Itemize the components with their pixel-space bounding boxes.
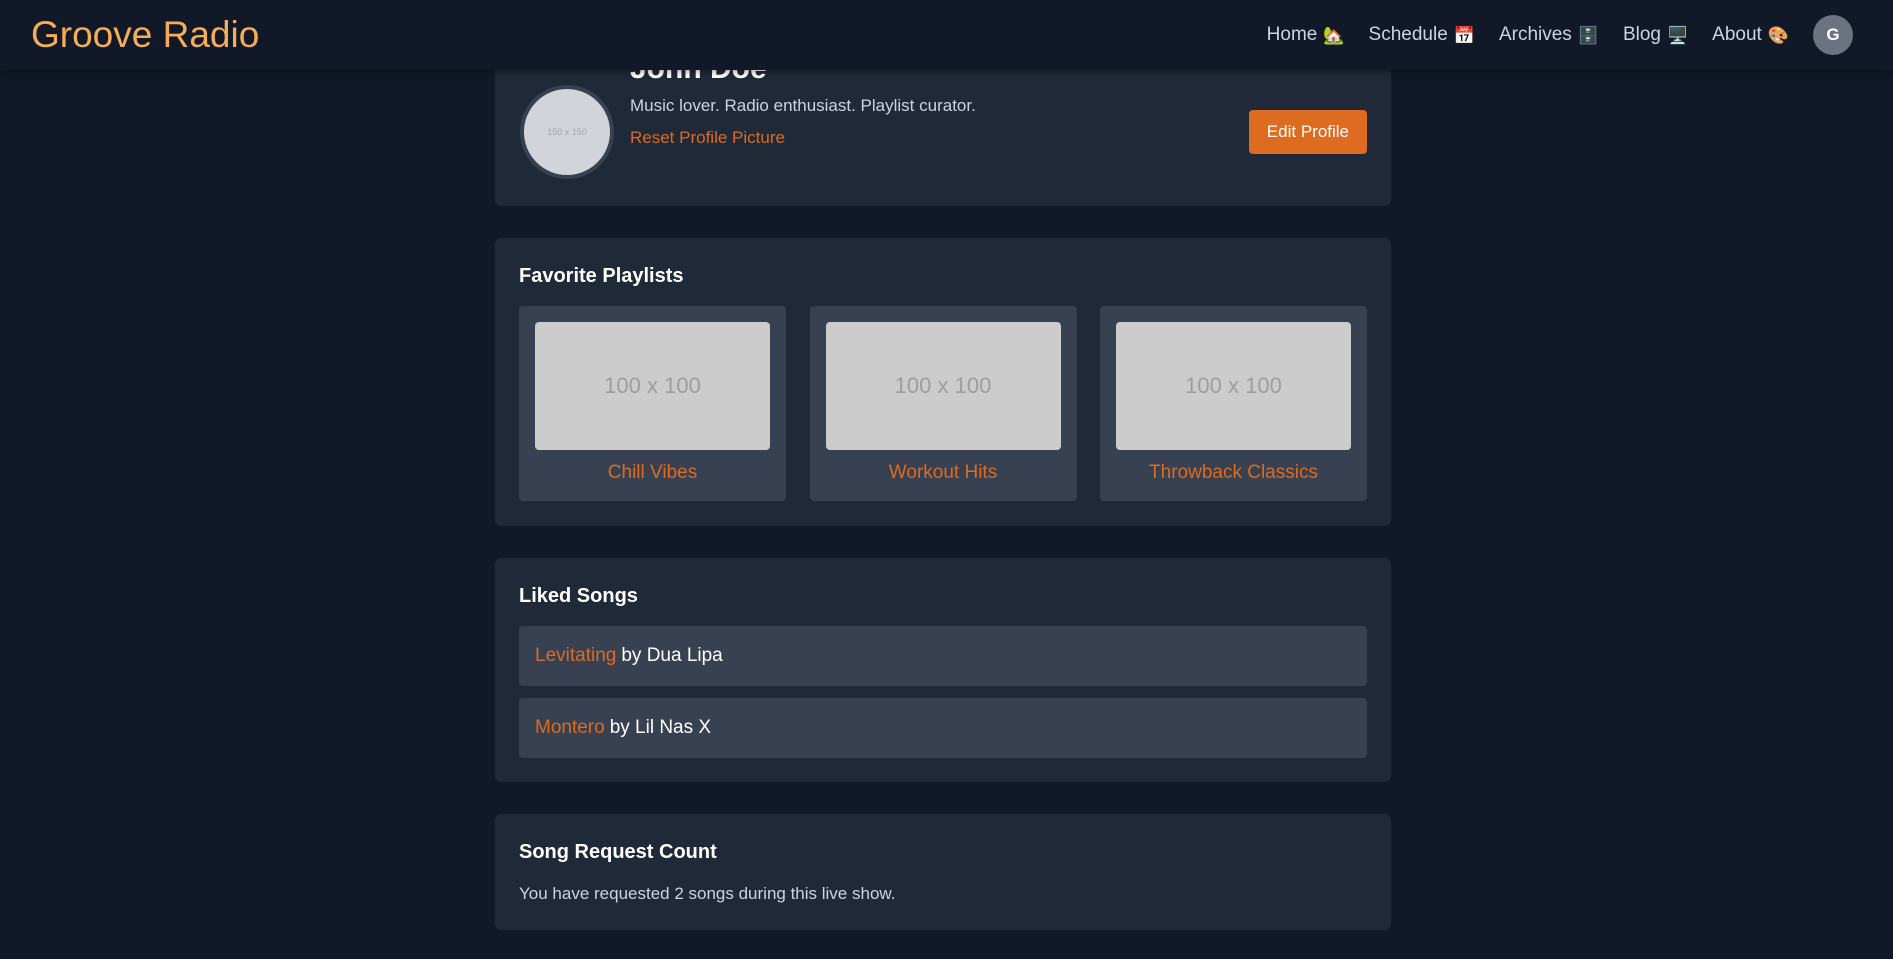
liked-songs-title: Liked Songs bbox=[519, 585, 638, 607]
song-request-count-text: You have requested 2 songs during this l… bbox=[519, 884, 896, 903]
nav-about-label: About bbox=[1712, 24, 1762, 45]
site-logo[interactable]: Groove Radio bbox=[31, 14, 259, 56]
computer-icon: 🖥️ bbox=[1667, 25, 1689, 45]
playlist-thumbnail: 100 x 100 bbox=[535, 322, 770, 450]
song-artist: by Dua Lipa bbox=[621, 645, 723, 666]
liked-songs-card: Liked Songs Levitating by Dua Lipa Monte… bbox=[495, 558, 1391, 782]
playlist-thumbnail: 100 x 100 bbox=[1116, 322, 1351, 450]
edit-profile-button[interactable]: Edit Profile bbox=[1248, 110, 1367, 154]
favorite-playlists-title: Favorite Playlists bbox=[519, 265, 684, 287]
liked-song-item: Levitating by Dua Lipa bbox=[519, 626, 1367, 686]
favorite-playlists-card: Favorite Playlists 100 x 100 Chill Vibes… bbox=[495, 238, 1391, 526]
nav-schedule-label: Schedule bbox=[1368, 24, 1448, 45]
nav-about-link[interactable]: About 🎨 bbox=[1712, 24, 1789, 46]
playlist-name-link[interactable]: Workout Hits bbox=[826, 462, 1061, 484]
song-title-link[interactable]: Levitating bbox=[535, 645, 616, 667]
song-request-count-card: Song Request Count You have requested 2 … bbox=[495, 814, 1391, 930]
nav-schedule-link[interactable]: Schedule 📅 bbox=[1369, 24, 1475, 46]
top-navbar: Groove Radio Home 🏡 Schedule 📅 Archives … bbox=[0, 0, 1893, 70]
house-icon: 🏡 bbox=[1323, 25, 1345, 45]
playlist-grid: 100 x 100 Chill Vibes 100 x 100 Workout … bbox=[519, 306, 1367, 501]
nav-archives-label: Archives bbox=[1498, 24, 1572, 45]
nav-blog-link[interactable]: Blog 🖥️ bbox=[1623, 24, 1688, 46]
main-nav: Home 🏡 Schedule 📅 Archives 🗄️ Blog 🖥️ Ab… bbox=[1243, 15, 1853, 55]
palette-icon: 🎨 bbox=[1767, 25, 1789, 45]
profile-picture: 150 x 150 bbox=[520, 85, 614, 179]
profile-picture-placeholder-text: 150 x 150 bbox=[547, 127, 587, 137]
user-avatar-button[interactable]: G bbox=[1813, 15, 1853, 55]
liked-song-item: Montero by Lil Nas X bbox=[519, 698, 1367, 758]
song-request-count-title: Song Request Count bbox=[519, 841, 717, 863]
song-artist: by Lil Nas X bbox=[609, 717, 712, 738]
playlist-name-link[interactable]: Throwback Classics bbox=[1116, 462, 1351, 484]
calendar-icon: 📅 bbox=[1453, 25, 1475, 45]
playlist-thumbnail: 100 x 100 bbox=[825, 322, 1061, 450]
profile-bio: Music lover. Radio enthusiast. Playlist … bbox=[630, 96, 976, 115]
playlist-name-link[interactable]: Chill Vibes bbox=[535, 462, 770, 484]
nav-home-link[interactable]: Home 🏡 bbox=[1267, 24, 1345, 46]
nav-home-label: Home bbox=[1266, 24, 1318, 45]
song-title-link[interactable]: Montero bbox=[535, 717, 605, 739]
reset-profile-picture-link[interactable]: Reset Profile Picture bbox=[630, 128, 785, 148]
playlist-card-chill-vibes[interactable]: 100 x 100 Chill Vibes bbox=[519, 306, 786, 501]
archive-icon: 🗄️ bbox=[1577, 25, 1599, 45]
playlist-card-workout-hits[interactable]: 100 x 100 Workout Hits bbox=[809, 306, 1077, 501]
nav-blog-label: Blog bbox=[1622, 24, 1661, 45]
playlist-card-throwback-classics[interactable]: 100 x 100 Throwback Classics bbox=[1100, 306, 1367, 501]
nav-archives-link[interactable]: Archives 🗄️ bbox=[1499, 24, 1599, 46]
